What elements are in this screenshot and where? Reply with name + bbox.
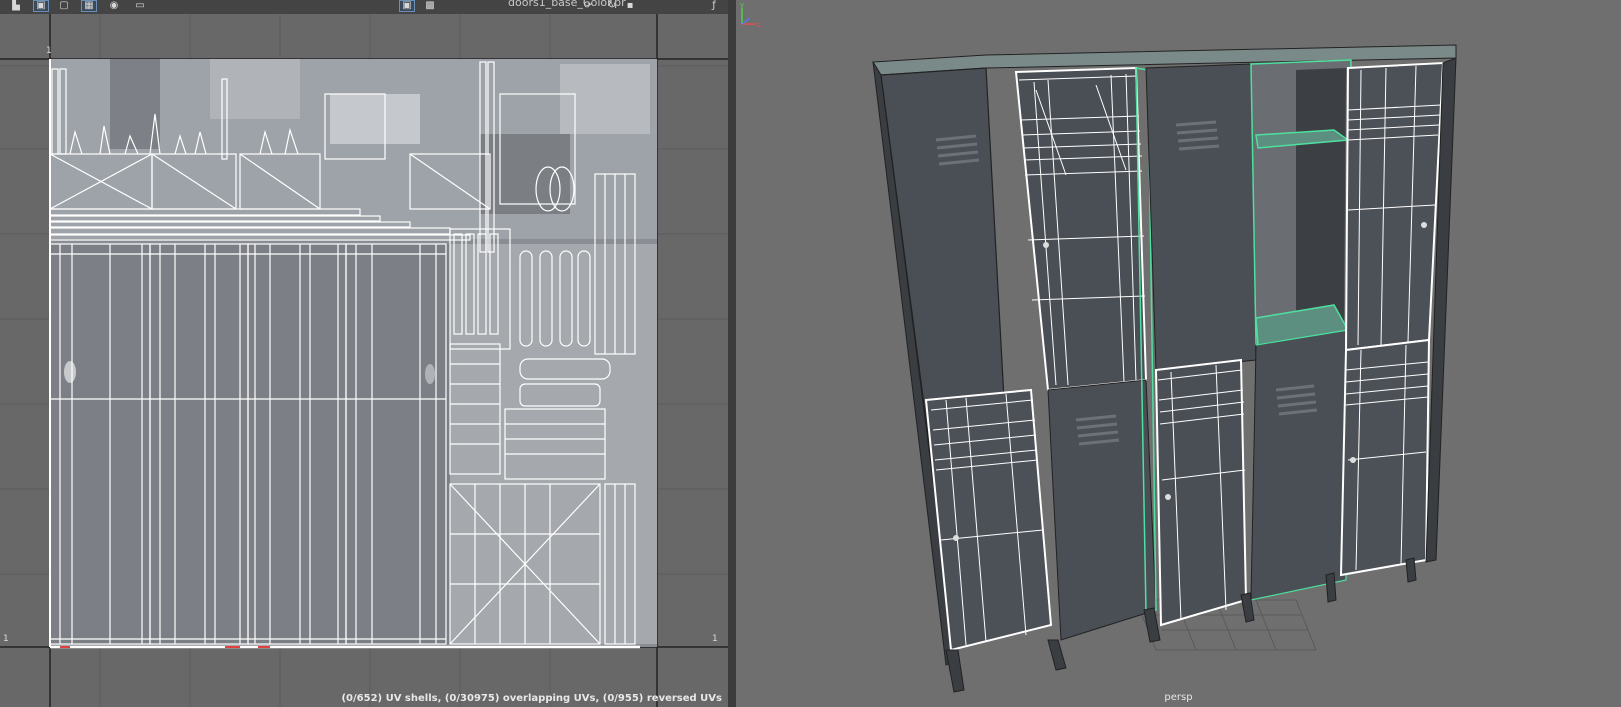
checker-pattern-icon[interactable]: ▩ — [422, 0, 438, 12]
texture-image — [50, 59, 657, 647]
frame-icon[interactable]: ▣ — [33, 0, 49, 12]
uv-status-readout: (0/652) UV shells, (0/30975) overlapping… — [341, 693, 722, 704]
image-icon[interactable]: ▙ — [8, 0, 24, 12]
eye-icon[interactable]: ◉ — [106, 0, 122, 12]
refresh-icon[interactable]: ↻ — [604, 0, 620, 12]
uv-tick-left: 1 — [3, 634, 9, 644]
axis-y-label: y — [740, 1, 744, 9]
checker-icon[interactable]: ▢ — [56, 0, 72, 12]
panel-splitter[interactable] — [728, 0, 736, 707]
maya-workspace: ▙ ▣ ▢ ▦ ◉ ▭ ▣ ▩ doors1_base_Color.pr ⟳ ↻… — [0, 0, 1621, 707]
grid-icon[interactable]: ▦ — [81, 0, 97, 12]
uv-canvas[interactable] — [0, 14, 728, 707]
lock-icon[interactable]: ▪ — [622, 0, 638, 12]
persp-viewport[interactable]: y z persp — [736, 0, 1621, 707]
brush-icon[interactable]: ƒ — [706, 0, 722, 12]
locker-model — [872, 44, 1457, 693]
camera-label: persp — [1164, 692, 1193, 703]
axis-gizmo-icon: y z — [740, 1, 761, 29]
uv-toolbar: ▙ ▣ ▢ ▦ ◉ ▭ ▣ ▩ doors1_base_Color.pr ⟳ ↻… — [0, 0, 728, 14]
uv-tick-top: 1 — [46, 46, 52, 56]
uv-editor-panel[interactable]: ▙ ▣ ▢ ▦ ◉ ▭ ▣ ▩ doors1_base_Color.pr ⟳ ↻… — [0, 0, 728, 707]
camera-icon[interactable]: ▭ — [132, 0, 148, 12]
sync-icon[interactable]: ⟳ — [580, 0, 596, 12]
uv-tick-right: 1 — [712, 634, 718, 644]
axis-z-label: z — [757, 21, 761, 29]
filter-icon[interactable]: ▣ — [399, 0, 415, 12]
